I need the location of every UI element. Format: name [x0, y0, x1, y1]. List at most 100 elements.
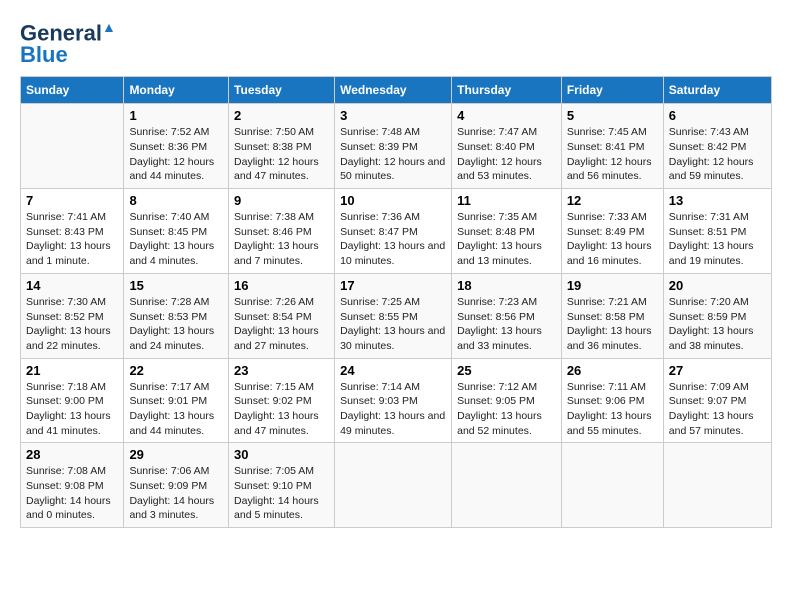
day-cell: 1 Sunrise: 7:52 AMSunset: 8:36 PMDaylight…: [124, 104, 229, 189]
day-number: 20: [669, 278, 766, 293]
day-cell: [21, 104, 124, 189]
day-info: Sunrise: 7:14 AMSunset: 9:03 PMDaylight:…: [340, 380, 446, 439]
day-cell: 22 Sunrise: 7:17 AMSunset: 9:01 PMDayligh…: [124, 358, 229, 443]
day-cell: 28 Sunrise: 7:08 AMSunset: 9:08 PMDayligh…: [21, 443, 124, 528]
day-info: Sunrise: 7:23 AMSunset: 8:56 PMDaylight:…: [457, 295, 556, 354]
day-cell: 12 Sunrise: 7:33 AMSunset: 8:49 PMDayligh…: [561, 189, 663, 274]
day-cell: 21 Sunrise: 7:18 AMSunset: 9:00 PMDayligh…: [21, 358, 124, 443]
day-cell: 27Sunrise: 7:09 AMSunset: 9:07 PMDayligh…: [663, 358, 771, 443]
day-number: 3: [340, 108, 446, 123]
day-info: Sunrise: 7:20 AMSunset: 8:59 PMDaylight:…: [669, 295, 766, 354]
day-cell: [335, 443, 452, 528]
day-cell: 23Sunrise: 7:15 AMSunset: 9:02 PMDayligh…: [229, 358, 335, 443]
day-cell: 7 Sunrise: 7:41 AMSunset: 8:43 PMDaylight…: [21, 189, 124, 274]
day-cell: 10 Sunrise: 7:36 AMSunset: 8:47 PMDayligh…: [335, 189, 452, 274]
day-number: 14: [26, 278, 118, 293]
day-info: Sunrise: 7:06 AMSunset: 9:09 PMDaylight:…: [129, 464, 223, 523]
day-cell: 11Sunrise: 7:35 AMSunset: 8:48 PMDayligh…: [452, 189, 562, 274]
week-row-5: 28 Sunrise: 7:08 AMSunset: 9:08 PMDayligh…: [21, 443, 772, 528]
day-number: 27: [669, 363, 766, 378]
day-number: 21: [26, 363, 118, 378]
day-cell: [561, 443, 663, 528]
day-info: Sunrise: 7:08 AMSunset: 9:08 PMDaylight:…: [26, 464, 118, 523]
day-number: 10: [340, 193, 446, 208]
day-cell: 3 Sunrise: 7:48 AMSunset: 8:39 PMDaylight…: [335, 104, 452, 189]
day-info: Sunrise: 7:21 AMSunset: 8:58 PMDaylight:…: [567, 295, 658, 354]
header-sunday: Sunday: [21, 77, 124, 104]
day-cell: 25 Sunrise: 7:12 AMSunset: 9:05 PMDayligh…: [452, 358, 562, 443]
day-cell: 19 Sunrise: 7:21 AMSunset: 8:58 PMDayligh…: [561, 273, 663, 358]
day-number: 18: [457, 278, 556, 293]
day-cell: 29 Sunrise: 7:06 AMSunset: 9:09 PMDayligh…: [124, 443, 229, 528]
day-number: 17: [340, 278, 446, 293]
day-number: 29: [129, 447, 223, 462]
day-info: Sunrise: 7:33 AMSunset: 8:49 PMDaylight:…: [567, 210, 658, 269]
day-number: 4: [457, 108, 556, 123]
week-row-2: 7 Sunrise: 7:41 AMSunset: 8:43 PMDaylight…: [21, 189, 772, 274]
day-info: Sunrise: 7:35 AMSunset: 8:48 PMDaylight:…: [457, 210, 556, 269]
day-cell: 5Sunrise: 7:45 AMSunset: 8:41 PMDaylight…: [561, 104, 663, 189]
day-info: Sunrise: 7:50 AMSunset: 8:38 PMDaylight:…: [234, 125, 329, 184]
week-row-3: 14Sunrise: 7:30 AMSunset: 8:52 PMDayligh…: [21, 273, 772, 358]
week-row-1: 1 Sunrise: 7:52 AMSunset: 8:36 PMDaylight…: [21, 104, 772, 189]
day-number: 15: [129, 278, 223, 293]
day-info: Sunrise: 7:12 AMSunset: 9:05 PMDaylight:…: [457, 380, 556, 439]
day-number: 13: [669, 193, 766, 208]
day-cell: 15 Sunrise: 7:28 AMSunset: 8:53 PMDayligh…: [124, 273, 229, 358]
day-number: 8: [129, 193, 223, 208]
header-friday: Friday: [561, 77, 663, 104]
day-info: Sunrise: 7:52 AMSunset: 8:36 PMDaylight:…: [129, 125, 223, 184]
day-number: 12: [567, 193, 658, 208]
day-cell: 14Sunrise: 7:30 AMSunset: 8:52 PMDayligh…: [21, 273, 124, 358]
day-info: Sunrise: 7:17 AMSunset: 9:01 PMDaylight:…: [129, 380, 223, 439]
week-row-4: 21 Sunrise: 7:18 AMSunset: 9:00 PMDayligh…: [21, 358, 772, 443]
day-number: 22: [129, 363, 223, 378]
day-info: Sunrise: 7:11 AMSunset: 9:06 PMDaylight:…: [567, 380, 658, 439]
day-cell: 20 Sunrise: 7:20 AMSunset: 8:59 PMDayligh…: [663, 273, 771, 358]
day-info: Sunrise: 7:41 AMSunset: 8:43 PMDaylight:…: [26, 210, 118, 269]
day-number: 30: [234, 447, 329, 462]
day-number: 16: [234, 278, 329, 293]
day-cell: 16 Sunrise: 7:26 AMSunset: 8:54 PMDayligh…: [229, 273, 335, 358]
day-cell: [663, 443, 771, 528]
day-number: 2: [234, 108, 329, 123]
day-cell: 8Sunrise: 7:40 AMSunset: 8:45 PMDaylight…: [124, 189, 229, 274]
day-info: Sunrise: 7:26 AMSunset: 8:54 PMDaylight:…: [234, 295, 329, 354]
day-number: 6: [669, 108, 766, 123]
day-number: 9: [234, 193, 329, 208]
header-wednesday: Wednesday: [335, 77, 452, 104]
day-cell: 6 Sunrise: 7:43 AMSunset: 8:42 PMDaylight…: [663, 104, 771, 189]
day-info: Sunrise: 7:43 AMSunset: 8:42 PMDaylight:…: [669, 125, 766, 184]
day-number: 25: [457, 363, 556, 378]
day-cell: 9Sunrise: 7:38 AMSunset: 8:46 PMDaylight…: [229, 189, 335, 274]
day-info: Sunrise: 7:31 AMSunset: 8:51 PMDaylight:…: [669, 210, 766, 269]
day-cell: 2 Sunrise: 7:50 AMSunset: 8:38 PMDaylight…: [229, 104, 335, 189]
calendar-header-row: SundayMondayTuesdayWednesdayThursdayFrid…: [21, 77, 772, 104]
day-number: 19: [567, 278, 658, 293]
day-cell: 4 Sunrise: 7:47 AMSunset: 8:40 PMDaylight…: [452, 104, 562, 189]
day-info: Sunrise: 7:47 AMSunset: 8:40 PMDaylight:…: [457, 125, 556, 184]
day-info: Sunrise: 7:48 AMSunset: 8:39 PMDaylight:…: [340, 125, 446, 184]
day-cell: 26Sunrise: 7:11 AMSunset: 9:06 PMDayligh…: [561, 358, 663, 443]
day-number: 1: [129, 108, 223, 123]
day-cell: 24 Sunrise: 7:14 AMSunset: 9:03 PMDayligh…: [335, 358, 452, 443]
day-info: Sunrise: 7:18 AMSunset: 9:00 PMDaylight:…: [26, 380, 118, 439]
day-info: Sunrise: 7:25 AMSunset: 8:55 PMDaylight:…: [340, 295, 446, 354]
day-cell: 18 Sunrise: 7:23 AMSunset: 8:56 PMDayligh…: [452, 273, 562, 358]
day-number: 7: [26, 193, 118, 208]
logo-text: General▲ Blue: [20, 20, 116, 66]
day-cell: 17 Sunrise: 7:25 AMSunset: 8:55 PMDayligh…: [335, 273, 452, 358]
logo: General▲ Blue: [20, 20, 116, 66]
day-number: 24: [340, 363, 446, 378]
day-number: 28: [26, 447, 118, 462]
header-thursday: Thursday: [452, 77, 562, 104]
calendar-table: SundayMondayTuesdayWednesdayThursdayFrid…: [20, 76, 772, 528]
day-cell: 30 Sunrise: 7:05 AMSunset: 9:10 PMDayligh…: [229, 443, 335, 528]
day-info: Sunrise: 7:36 AMSunset: 8:47 PMDaylight:…: [340, 210, 446, 269]
day-info: Sunrise: 7:15 AMSunset: 9:02 PMDaylight:…: [234, 380, 329, 439]
day-info: Sunrise: 7:28 AMSunset: 8:53 PMDaylight:…: [129, 295, 223, 354]
header-tuesday: Tuesday: [229, 77, 335, 104]
header-saturday: Saturday: [663, 77, 771, 104]
day-info: Sunrise: 7:05 AMSunset: 9:10 PMDaylight:…: [234, 464, 329, 523]
header-monday: Monday: [124, 77, 229, 104]
